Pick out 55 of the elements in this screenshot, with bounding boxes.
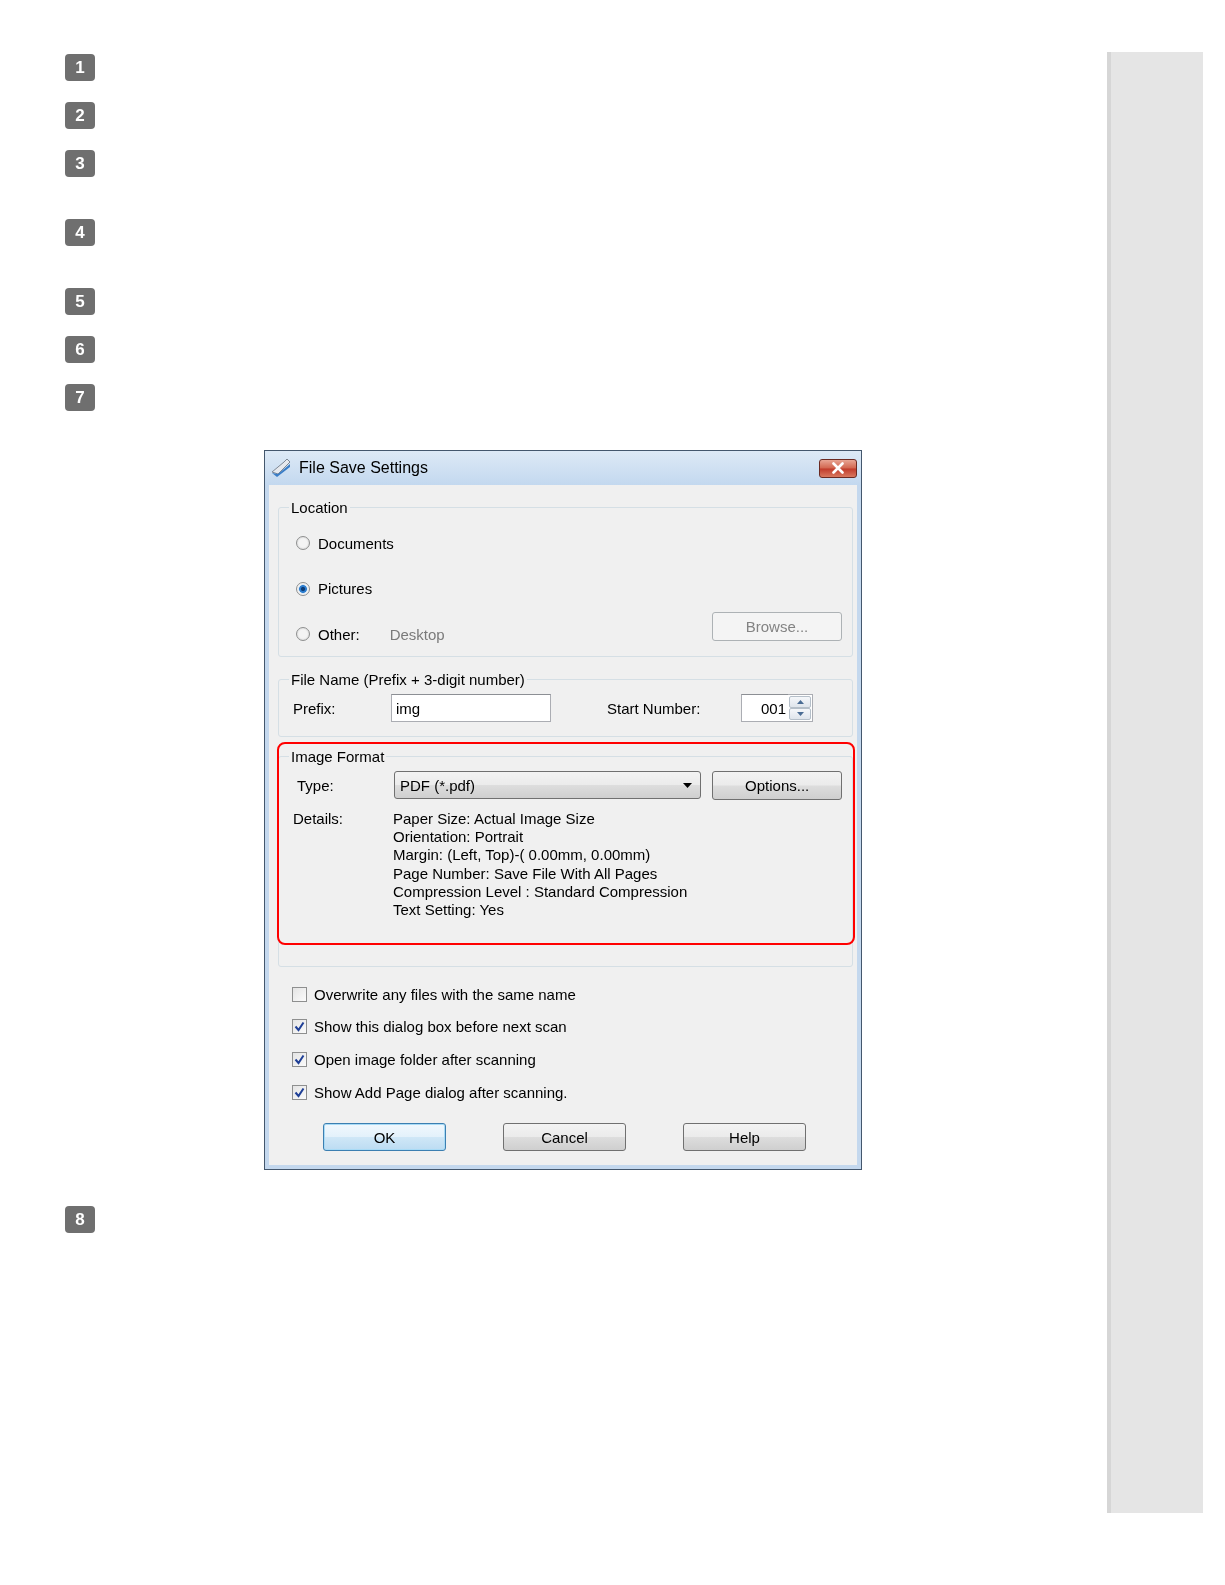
close-icon xyxy=(831,462,845,474)
group-label: Image Format xyxy=(290,747,386,765)
prefix-field[interactable]: img xyxy=(391,694,551,722)
field-label: Details: xyxy=(293,810,345,829)
caret-up-icon xyxy=(796,700,804,704)
radio-button[interactable] xyxy=(296,536,310,550)
step-number: 1 xyxy=(65,54,95,81)
radio-button[interactable] xyxy=(296,581,310,596)
scanner-icon xyxy=(271,458,291,478)
detail-text: Orientation: Portrait xyxy=(393,828,525,847)
step-number: 4 xyxy=(65,219,95,246)
dialog-button[interactable]: OK xyxy=(323,1123,446,1152)
checkbox-label: Show Add Page dialog after scanning. xyxy=(314,1083,568,1101)
type-dropdown[interactable]: PDF (*.pdf) xyxy=(394,771,702,799)
step-number: 3 xyxy=(65,150,95,177)
checkbox-label: Overwrite any files with the same name xyxy=(314,985,576,1003)
radio-button[interactable] xyxy=(296,627,310,641)
detail-text: Compression Level : Standard Compression xyxy=(393,882,688,901)
checkbox[interactable] xyxy=(292,1084,307,1100)
close-button[interactable] xyxy=(819,458,857,478)
checkmark-icon xyxy=(294,1021,305,1033)
step-number: 5 xyxy=(65,288,95,315)
group-label: Location xyxy=(290,499,349,516)
detail-text: Paper Size: Actual Image Size xyxy=(393,810,596,829)
group-label: File Name (Prefix + 3-digit number) xyxy=(290,670,526,688)
step-number: 6 xyxy=(65,336,95,363)
checkbox-label: Open image folder after scanning xyxy=(314,1051,536,1069)
field-label: Prefix: xyxy=(293,699,337,717)
start-number-field[interactable]: 001 xyxy=(741,694,788,722)
step-number: 8 xyxy=(65,1206,95,1234)
field-label: Start Number: xyxy=(607,699,702,717)
checkbox[interactable] xyxy=(292,986,307,1002)
spin-down-button[interactable] xyxy=(789,708,811,720)
checkbox[interactable] xyxy=(292,1019,307,1035)
caret-down-icon xyxy=(796,712,804,716)
detail-text: Page Number: Save File With All Pages xyxy=(393,864,659,883)
checkbox-label: Show this dialog box before next scan xyxy=(314,1018,567,1036)
spin-up-button[interactable] xyxy=(789,696,811,708)
dialog-button[interactable]: Cancel xyxy=(503,1123,626,1152)
caret-icon xyxy=(683,782,693,788)
options-button[interactable]: Options... xyxy=(712,770,842,800)
radio-label: Documents xyxy=(318,534,394,552)
step-number: 7 xyxy=(65,384,95,411)
location-path: Desktop xyxy=(389,625,445,643)
checkmark-icon xyxy=(294,1086,305,1098)
radio-label: Other: xyxy=(318,625,360,643)
window-title: File Save Settings xyxy=(299,459,429,477)
checkmark-icon xyxy=(294,1054,305,1066)
step-number: 2 xyxy=(65,102,95,129)
detail-text: Text Setting: Yes xyxy=(393,901,505,920)
dialog-button[interactable]: Help xyxy=(683,1123,806,1152)
checkbox[interactable] xyxy=(292,1052,307,1068)
detail-text: Margin: (Left, Top)-( 0.00mm, 0.00mm) xyxy=(393,846,652,865)
radio-label: Pictures xyxy=(318,580,373,597)
field-label: Type: xyxy=(297,776,335,794)
